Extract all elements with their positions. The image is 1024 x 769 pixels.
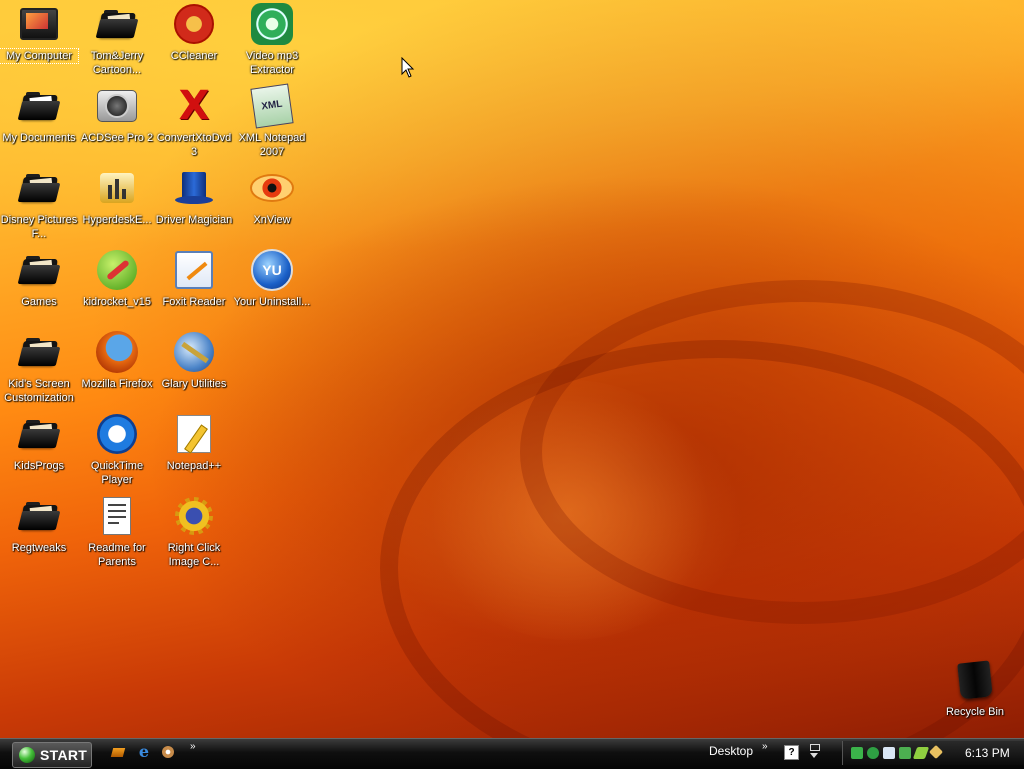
icon-label: Right Click Image C... xyxy=(167,542,221,568)
games-folder[interactable]: Games xyxy=(0,248,78,309)
icon-label: Tom&Jerry Cartoon... xyxy=(90,50,144,76)
notepad-plus-icon xyxy=(172,412,216,456)
icon-label: CCleaner xyxy=(170,50,218,62)
xml-notepad-icon: XML xyxy=(250,83,294,129)
show-desktop-icon[interactable] xyxy=(110,744,126,760)
desktop-toolbar-label[interactable]: Desktop xyxy=(709,744,753,758)
mouse-cursor-icon xyxy=(401,57,415,78)
hyperdesk-shortcut[interactable]: HyperdeskE... xyxy=(78,166,156,227)
system-tray: 6:13 PM xyxy=(842,741,1024,765)
foxit-reader-shortcut[interactable]: Foxit Reader xyxy=(155,248,233,309)
hyperdesk-icon xyxy=(95,166,139,210)
icon-label: ConvertXtoDvd 3 xyxy=(156,132,232,158)
glary-utilities-shortcut[interactable]: Glary Utilities xyxy=(155,330,233,391)
tray-download-icon[interactable] xyxy=(899,747,911,759)
folder-icon xyxy=(17,166,61,210)
icon-label: Glary Utilities xyxy=(161,378,227,390)
kidsprogs-folder[interactable]: KidsProgs xyxy=(0,412,78,473)
kids-screen-customization-folder[interactable]: Kid's Screen Customization xyxy=(0,330,78,405)
icon-label: KidsProgs xyxy=(13,460,65,472)
icon-label: XnView xyxy=(253,214,291,226)
gear-sun-icon xyxy=(172,494,216,538)
kidrocket-shortcut[interactable]: kidrocket_v15 xyxy=(78,248,156,309)
tom-jerry-cartoon-folder[interactable]: Tom&Jerry Cartoon... xyxy=(78,2,156,77)
folder-icon xyxy=(95,2,139,46)
my-computer-shortcut[interactable]: My Computer xyxy=(0,2,79,64)
icon-label: Video mp3 Extractor xyxy=(245,50,299,76)
icon-label: QuickTime Player xyxy=(90,460,144,486)
ccleaner-shortcut[interactable]: CCleaner xyxy=(155,2,233,63)
icon-label: Notepad++ xyxy=(166,460,222,472)
icon-label: HyperdeskE... xyxy=(82,214,152,226)
video-mp3-extractor-icon xyxy=(250,2,294,46)
driver-magician-shortcut[interactable]: Driver Magician xyxy=(155,166,233,227)
icon-label: Driver Magician xyxy=(155,214,233,226)
readme-for-parents-shortcut[interactable]: Readme for Parents xyxy=(78,494,156,569)
icon-label: Your Uninstall... xyxy=(233,296,311,308)
magician-hat-icon xyxy=(172,166,216,210)
xnview-eye-icon xyxy=(250,166,294,210)
icon-label: Games xyxy=(21,296,57,308)
icon-label: ACDSee Pro 2 xyxy=(80,132,154,144)
your-uninstaller-shortcut[interactable]: YU Your Uninstall... xyxy=(233,248,311,309)
acdsee-pro-shortcut[interactable]: ACDSee Pro 2 xyxy=(78,84,156,145)
start-orb-icon xyxy=(19,747,35,763)
icon-label: Recycle Bin xyxy=(945,706,1005,718)
my-documents-icon xyxy=(17,84,61,128)
camera-icon xyxy=(95,84,139,128)
disney-pictures-folder[interactable]: Disney Pictures F... xyxy=(0,166,78,241)
icon-label: XML Notepad 2007 xyxy=(238,132,306,158)
rocket-icon xyxy=(95,248,139,292)
tray-document-icon[interactable] xyxy=(883,747,895,759)
icon-label: My Computer xyxy=(0,48,79,64)
internet-explorer-icon[interactable]: e xyxy=(136,744,152,760)
media-icon[interactable] xyxy=(160,744,176,760)
tray-magic-wand-icon[interactable] xyxy=(928,744,944,760)
recycle-bin-icon xyxy=(953,658,997,702)
tray-network-icon[interactable] xyxy=(851,747,863,759)
convertxtodvd-icon: X xyxy=(178,83,210,129)
desktop-toolbar-more-button[interactable]: » xyxy=(762,741,768,752)
folder-icon xyxy=(17,248,61,292)
xnview-shortcut[interactable]: XnView xyxy=(233,166,311,227)
help-icon[interactable]: ? xyxy=(784,745,799,760)
mozilla-firefox-shortcut[interactable]: Mozilla Firefox xyxy=(78,330,156,391)
notepad-plus-plus-shortcut[interactable]: Notepad++ xyxy=(155,412,233,473)
glary-utilities-icon xyxy=(172,330,216,374)
ccleaner-icon xyxy=(172,2,216,46)
quicktime-icon xyxy=(95,412,139,456)
firefox-icon xyxy=(95,330,139,374)
video-mp3-extractor-shortcut[interactable]: Video mp3 Extractor xyxy=(233,2,311,77)
folder-icon xyxy=(17,412,61,456)
folder-icon xyxy=(17,494,61,538)
icon-label: Kid's Screen Customization xyxy=(4,378,74,404)
regtweaks-folder[interactable]: Regtweaks xyxy=(0,494,78,555)
recycle-bin-shortcut[interactable]: Recycle Bin xyxy=(935,658,1015,719)
quicktime-player-shortcut[interactable]: QuickTime Player xyxy=(78,412,156,487)
convertxtodvd-shortcut[interactable]: X ConvertXtoDvd 3 xyxy=(155,84,233,159)
icon-label: Foxit Reader xyxy=(162,296,226,308)
my-documents-shortcut[interactable]: My Documents xyxy=(0,84,78,145)
icon-label: Regtweaks xyxy=(11,542,67,554)
icon-label: Disney Pictures F... xyxy=(0,214,78,240)
icon-label: My Documents xyxy=(2,132,76,144)
folder-icon xyxy=(17,330,61,374)
icon-label: Readme for Parents xyxy=(88,542,146,568)
network-status-icon[interactable] xyxy=(810,744,820,758)
text-document-icon xyxy=(95,494,139,538)
clock[interactable]: 6:13 PM xyxy=(965,746,1010,760)
foxit-reader-icon xyxy=(172,248,216,292)
your-uninstaller-icon: YU xyxy=(250,248,294,292)
start-button[interactable]: START xyxy=(12,742,92,768)
tray-antivirus-icon[interactable] xyxy=(867,747,879,759)
start-label: START xyxy=(40,747,88,763)
icon-label: Mozilla Firefox xyxy=(81,378,153,390)
icon-label: kidrocket_v15 xyxy=(83,296,151,308)
desktop-wallpaper: My Computer My Documents Disney Pictures… xyxy=(0,0,1024,738)
tray-pen-icon[interactable] xyxy=(912,747,930,759)
xml-notepad-shortcut[interactable]: XML XML Notepad 2007 xyxy=(233,83,311,159)
quick-launch-more-button[interactable]: » xyxy=(190,741,196,752)
my-computer-icon xyxy=(17,2,61,46)
right-click-image-converter-shortcut[interactable]: Right Click Image C... xyxy=(155,494,233,569)
